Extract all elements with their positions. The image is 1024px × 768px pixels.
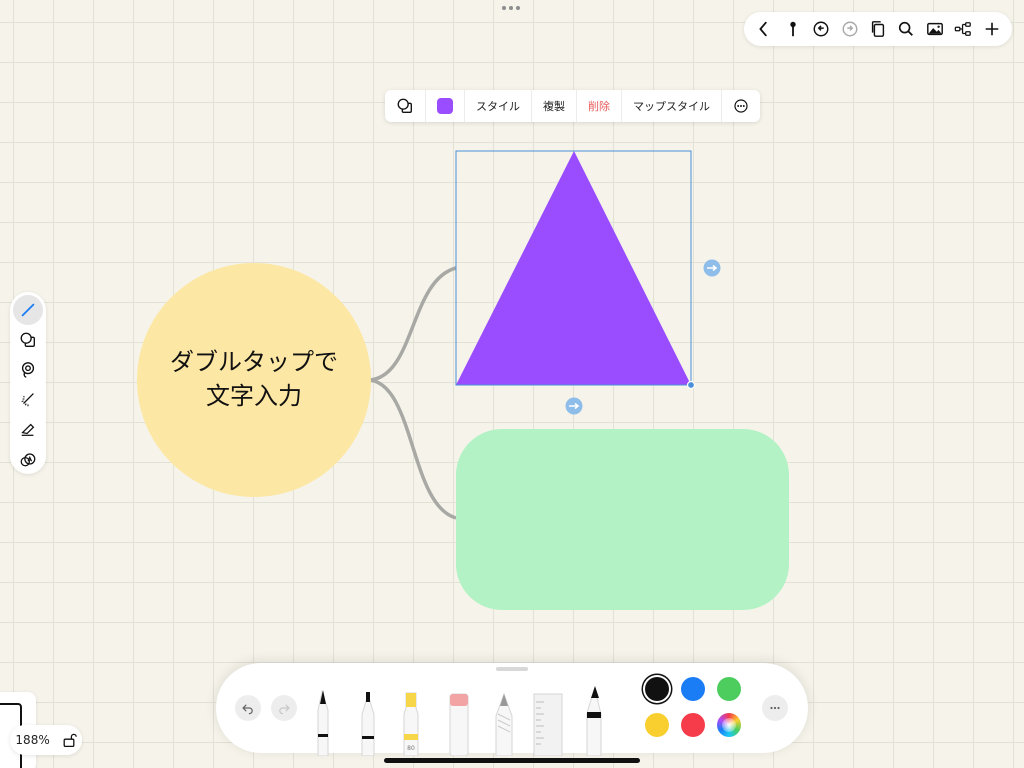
connector-line xyxy=(369,266,457,382)
left-tool-panel xyxy=(10,292,46,474)
canvas[interactable] xyxy=(0,0,1024,768)
eraser-tool[interactable] xyxy=(449,693,469,756)
pen-tray: 80 xyxy=(317,686,602,756)
color-yellow[interactable] xyxy=(645,713,669,737)
shapes-icon xyxy=(20,332,35,347)
central-node[interactable] xyxy=(137,263,371,497)
shape-recognition-icon xyxy=(20,453,36,467)
zoom-level: 188% xyxy=(15,733,50,747)
pen-tool[interactable] xyxy=(13,295,43,325)
more-icon xyxy=(770,706,780,710)
redo-button[interactable] xyxy=(271,695,297,721)
laser-pointer-tool[interactable] xyxy=(13,384,43,414)
home-indicator xyxy=(384,758,640,763)
undo-icon xyxy=(242,704,253,715)
shape-recognition-tool[interactable] xyxy=(13,444,43,474)
pen-icon xyxy=(21,303,35,317)
triangle-node[interactable] xyxy=(456,151,691,385)
rounded-rect-node[interactable] xyxy=(456,429,789,610)
color-picker-wheel[interactable] xyxy=(717,713,741,737)
fountain-pen-tool[interactable] xyxy=(317,690,329,756)
fineliner-tool[interactable] xyxy=(361,692,375,756)
resize-handle[interactable] xyxy=(686,380,696,390)
pencil-tool[interactable] xyxy=(495,692,513,756)
shapes-tool[interactable] xyxy=(13,325,43,355)
eraser-tool[interactable] xyxy=(13,414,43,444)
laser-pointer-icon xyxy=(21,393,34,407)
highlighter-tool[interactable]: 80 xyxy=(403,692,419,756)
undo-button[interactable] xyxy=(235,695,261,721)
lasso-tool[interactable] xyxy=(13,355,43,385)
unlock-icon[interactable] xyxy=(61,732,77,748)
connector-line xyxy=(369,378,457,520)
toolbar-grabber[interactable] xyxy=(496,667,528,671)
add-below-node-handle[interactable] xyxy=(565,397,583,415)
redo-icon xyxy=(279,704,290,715)
zoom-control[interactable]: 188% xyxy=(10,725,82,755)
highlighter-label: 80 xyxy=(407,745,415,752)
add-right-node-handle[interactable] xyxy=(703,259,721,277)
color-green[interactable] xyxy=(717,677,741,701)
color-red[interactable] xyxy=(681,713,705,737)
color-black[interactable] xyxy=(645,677,669,701)
lasso-icon xyxy=(21,361,35,378)
eraser-icon xyxy=(21,423,35,437)
color-blue[interactable] xyxy=(681,677,705,701)
more-options-button[interactable] xyxy=(762,695,788,721)
marker-tool[interactable] xyxy=(586,686,602,756)
ruler-tool[interactable] xyxy=(533,693,563,756)
